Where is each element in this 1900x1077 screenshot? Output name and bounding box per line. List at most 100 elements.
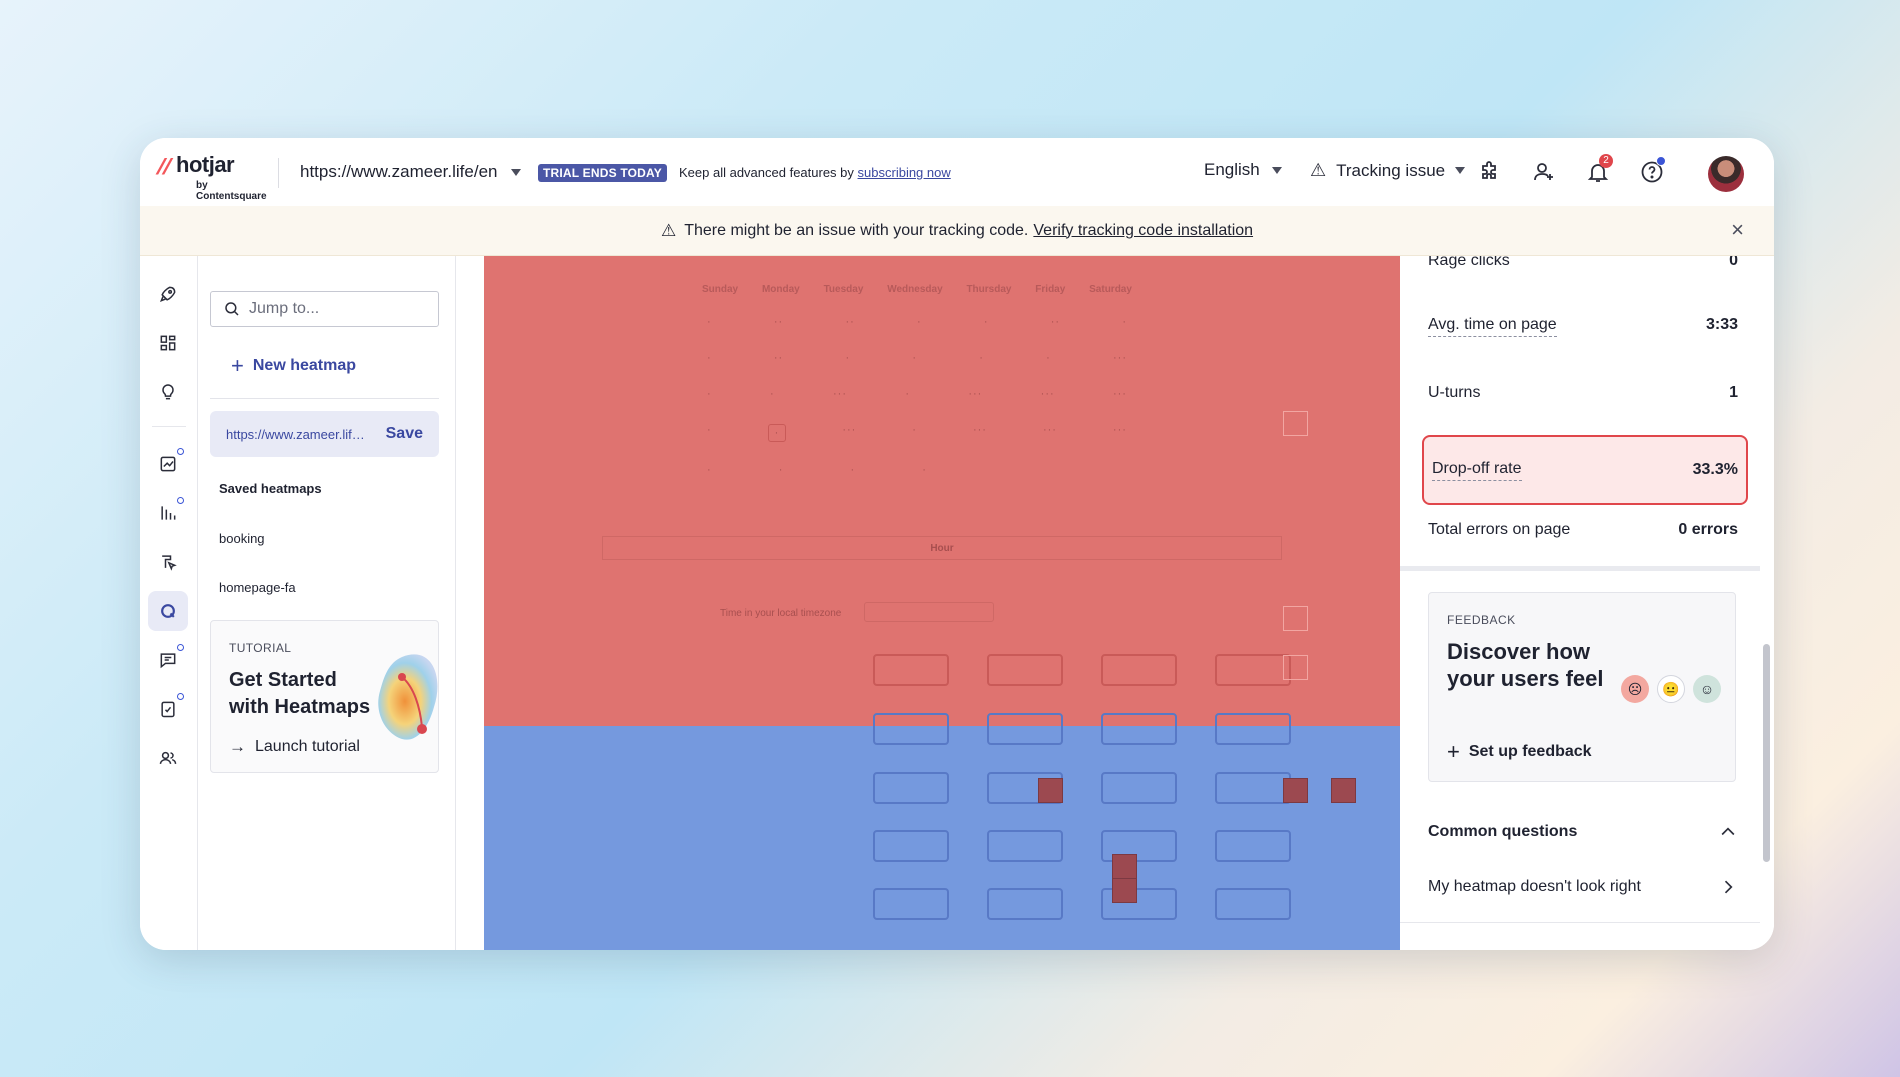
- notifications-button[interactable]: 2: [1582, 154, 1614, 188]
- integrations-button[interactable]: [1474, 156, 1506, 188]
- help-button[interactable]: [1636, 156, 1668, 188]
- rail-item-funnels[interactable]: [148, 493, 188, 533]
- tracking-issue-dropdown[interactable]: ⚠ Tracking issue: [1310, 160, 1466, 181]
- top-bar: // hotjar by Contentsquare https://www.z…: [140, 138, 1774, 206]
- current-heatmap-item[interactable]: https://www.zameer.life/en Save: [210, 411, 439, 457]
- saved-heatmaps-heading: Saved heatmaps: [219, 481, 322, 496]
- time-slot: [987, 654, 1063, 686]
- chevron-right-icon: [1724, 880, 1733, 894]
- question-item[interactable]: My heatmap doesn't look right: [1428, 877, 1738, 897]
- add-user-icon: [1534, 163, 1553, 181]
- time-slot: [1215, 654, 1291, 686]
- calendar-row: · · ··· · ··· ··· ···: [707, 424, 1127, 442]
- save-button[interactable]: Save: [386, 425, 423, 443]
- tutorial-label: TUTORIAL: [229, 641, 292, 655]
- app-window: // hotjar by Contentsquare https://www.z…: [140, 138, 1774, 950]
- setup-feedback-button[interactable]: + Set up feedback: [1447, 739, 1592, 765]
- user-avatar[interactable]: [1708, 156, 1744, 192]
- click-marker: [1283, 655, 1308, 680]
- help-status-dot: [1656, 156, 1666, 166]
- scrollbar-thumb[interactable]: [1763, 644, 1770, 862]
- trial-badge: TRIAL ENDS TODAY: [538, 164, 667, 182]
- search-input[interactable]: [249, 300, 419, 318]
- time-slot: [873, 654, 949, 686]
- rail-item-heatmaps[interactable]: [148, 591, 188, 631]
- metrics-scrollbar[interactable]: [1760, 256, 1774, 950]
- launch-tutorial-button[interactable]: → Launch tutorial: [229, 737, 360, 757]
- weekday-label: Tuesday: [823, 284, 864, 295]
- weekday-label: Saturday: [1089, 284, 1132, 295]
- time-slot: [873, 830, 949, 862]
- feedback-title: Discover how your users feel: [1447, 639, 1604, 691]
- divider: [1400, 922, 1760, 923]
- metric-value: 1: [1729, 384, 1738, 401]
- close-icon[interactable]: ×: [1731, 219, 1744, 241]
- subscribe-link[interactable]: subscribing now: [858, 165, 951, 180]
- click-marker: [1283, 778, 1308, 803]
- metric-value: 3:33: [1705, 316, 1738, 333]
- happy-face-icon: ☺: [1693, 675, 1721, 703]
- rail-item-surveys[interactable]: [148, 689, 188, 729]
- jump-to-search[interactable]: [210, 291, 439, 327]
- new-indicator-dot: [177, 644, 184, 651]
- users-icon: [159, 751, 177, 764]
- metric-label: U-turns: [1428, 384, 1481, 401]
- site-url-dropdown[interactable]: https://www.zameer.life/en: [300, 160, 522, 184]
- rail-item-trends[interactable]: [148, 444, 188, 484]
- current-heatmap-url: https://www.zameer.life/en: [226, 426, 366, 442]
- dashboard-icon: [160, 335, 176, 351]
- metric-avg-time: Avg. time on page 3:33: [1428, 316, 1738, 337]
- time-slot: [1215, 772, 1291, 804]
- metric-value: 0 errors: [1678, 521, 1738, 538]
- metric-label: Rage clicks: [1428, 256, 1510, 269]
- weekday-label: Sunday: [702, 284, 739, 295]
- heatmaps-sidebar: + New heatmap https://www.zameer.life/en…: [198, 256, 456, 950]
- new-heatmap-button[interactable]: + New heatmap: [231, 353, 356, 379]
- saved-heatmap-item[interactable]: homepage-fa: [219, 580, 296, 595]
- time-slot: [1101, 772, 1177, 804]
- new-indicator-dot: [177, 448, 184, 455]
- time-slot: [987, 830, 1063, 862]
- rail-item-dashboard[interactable]: [148, 323, 188, 363]
- puzzle-icon: [1482, 161, 1496, 179]
- rail-item-feedback[interactable]: [148, 640, 188, 680]
- metric-u-turns: U-turns 1: [1428, 384, 1738, 402]
- metric-label: Total errors on page: [1428, 521, 1571, 538]
- chevron-down-icon: [511, 168, 522, 176]
- time-slot: [1215, 830, 1291, 862]
- rail-item-get-started[interactable]: [148, 274, 188, 314]
- invite-user-button[interactable]: [1528, 156, 1560, 188]
- neutral-face-icon: 😐: [1657, 675, 1685, 703]
- time-slot: [873, 713, 949, 745]
- hotjar-logo[interactable]: // hotjar by Contentsquare: [154, 152, 273, 202]
- rail-item-recordings[interactable]: [148, 542, 188, 582]
- verify-installation-link[interactable]: Verify tracking code installation: [1033, 222, 1253, 240]
- hotjar-logo-mark: //: [153, 154, 175, 179]
- language-dropdown[interactable]: English: [1204, 160, 1282, 180]
- heatmap-icon: [161, 604, 175, 618]
- metric-value: 33.3%: [1692, 461, 1738, 478]
- trial-message-text: Keep all advanced features by: [679, 165, 854, 180]
- rocket-icon: [159, 286, 176, 303]
- rail-item-insights[interactable]: [148, 372, 188, 412]
- new-indicator-dot: [177, 693, 184, 700]
- weekday-label: Monday: [761, 284, 800, 295]
- notification-count-badge: 2: [1599, 154, 1613, 168]
- click-marker: [1331, 778, 1356, 803]
- heatmap-illustration: [378, 654, 438, 740]
- language-label: English: [1204, 160, 1260, 179]
- time-slot: [873, 772, 949, 804]
- common-questions-toggle[interactable]: Common questions: [1428, 822, 1738, 842]
- metric-drop-off-rate[interactable]: Drop-off rate 33.3%: [1422, 435, 1748, 505]
- rail-item-users[interactable]: [148, 738, 188, 778]
- logo-byline: by Contentsquare: [196, 180, 267, 202]
- heatmap-canvas[interactable]: Sunday Monday Tuesday Wednesday Thursday…: [484, 256, 1400, 950]
- bar-chart-icon: [161, 506, 176, 520]
- time-slot: [1215, 888, 1291, 920]
- saved-heatmap-item[interactable]: booking: [219, 531, 265, 546]
- metric-label[interactable]: Avg. time on page: [1428, 316, 1557, 337]
- weekday-label: Thursday: [966, 284, 1012, 295]
- feedback-card: FEEDBACK Discover how your users feel ☹ …: [1428, 592, 1736, 782]
- hour-section-header: Hour: [602, 536, 1282, 560]
- time-slot: [987, 713, 1063, 745]
